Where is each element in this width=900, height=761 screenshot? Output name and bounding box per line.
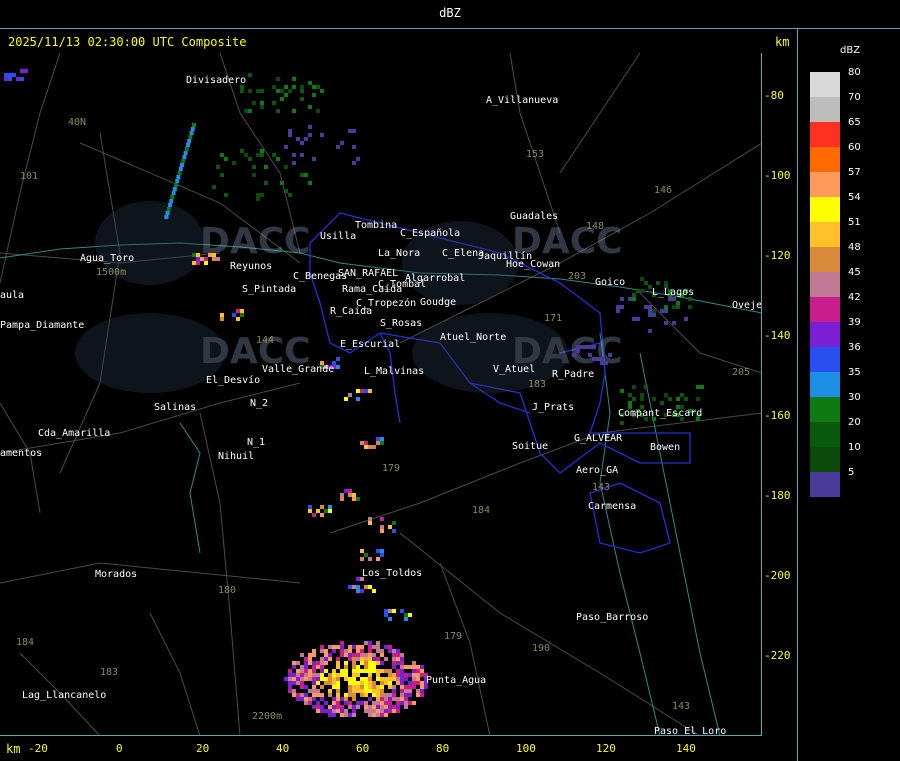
y-tick-label: -160 (764, 409, 791, 422)
legend-value: 39 (848, 317, 861, 328)
x-axis-unit: km (6, 742, 21, 756)
window-titlebar: dBZ (0, 0, 900, 29)
legend-swatch (810, 122, 840, 147)
legend-value: 10 (848, 442, 861, 453)
legend-value: 60 (848, 142, 861, 153)
legend-swatch (810, 72, 840, 97)
legend-swatch (810, 97, 840, 122)
y-axis-unit: km (775, 35, 790, 49)
legend-swatch (810, 447, 840, 472)
legend-value: 30 (848, 392, 861, 403)
x-tick-label: 140 (676, 742, 696, 755)
legend-scale: 80 70 65 60 57 54 51 48 45 42 39 36 35 30 20 10 5 (808, 67, 861, 497)
x-tick-label: 0 (116, 742, 123, 755)
y-tick-label: -80 (764, 89, 784, 102)
legend-value: 57 (848, 167, 861, 178)
legend-value: 65 (848, 117, 861, 128)
legend-swatch (810, 372, 840, 397)
legend-value: 54 (848, 192, 861, 203)
x-tick-label: 120 (596, 742, 616, 755)
legend-value: 20 (848, 417, 861, 428)
legend-value: 70 (848, 92, 861, 103)
legend-swatch (810, 247, 840, 272)
legend-swatch (810, 422, 840, 447)
legend-swatch (810, 197, 840, 222)
legend-value: 80 (848, 67, 861, 78)
legend-value: 48 (848, 242, 861, 253)
legend-value: 51 (848, 217, 861, 228)
legend-swatch (810, 172, 840, 197)
x-tick-label: 80 (436, 742, 450, 755)
y-tick-label: -220 (764, 649, 791, 662)
map-title: 2025/11/13 02:30:00 UTC Composite (8, 35, 247, 49)
x-tick-label: -20 (28, 742, 48, 755)
legend-entry: 5 (808, 467, 888, 497)
map-header: 2025/11/13 02:30:00 UTC Composite km (0, 29, 797, 53)
legend-swatch (810, 322, 840, 347)
y-tick-label: -100 (764, 169, 791, 182)
y-tick-label: -140 (764, 329, 791, 342)
map-frame (0, 53, 762, 736)
legend-swatch (810, 222, 840, 247)
legend-value: 45 (848, 267, 861, 278)
x-tick-label: 20 (196, 742, 210, 755)
legend-value: 36 (848, 342, 861, 353)
y-tick-label: -120 (764, 249, 791, 262)
y-tick-label: -180 (764, 489, 791, 502)
legend-value: 42 (848, 292, 861, 303)
y-tick-label: -200 (764, 569, 791, 582)
legend-value: 35 (848, 367, 861, 378)
legend-value: 5 (848, 467, 855, 478)
legend-swatch (810, 397, 840, 422)
legend-swatch (810, 297, 840, 322)
legend-title: dBZ (840, 45, 861, 56)
legend-swatch (810, 272, 840, 297)
legend-swatch (810, 347, 840, 372)
x-tick-label: 60 (356, 742, 370, 755)
legend-swatch (810, 472, 840, 497)
x-tick-label: 100 (516, 742, 536, 755)
window-title: dBZ (439, 6, 461, 20)
x-tick-label: 40 (276, 742, 290, 755)
panel-divider (797, 29, 798, 761)
legend-swatch (810, 147, 840, 172)
